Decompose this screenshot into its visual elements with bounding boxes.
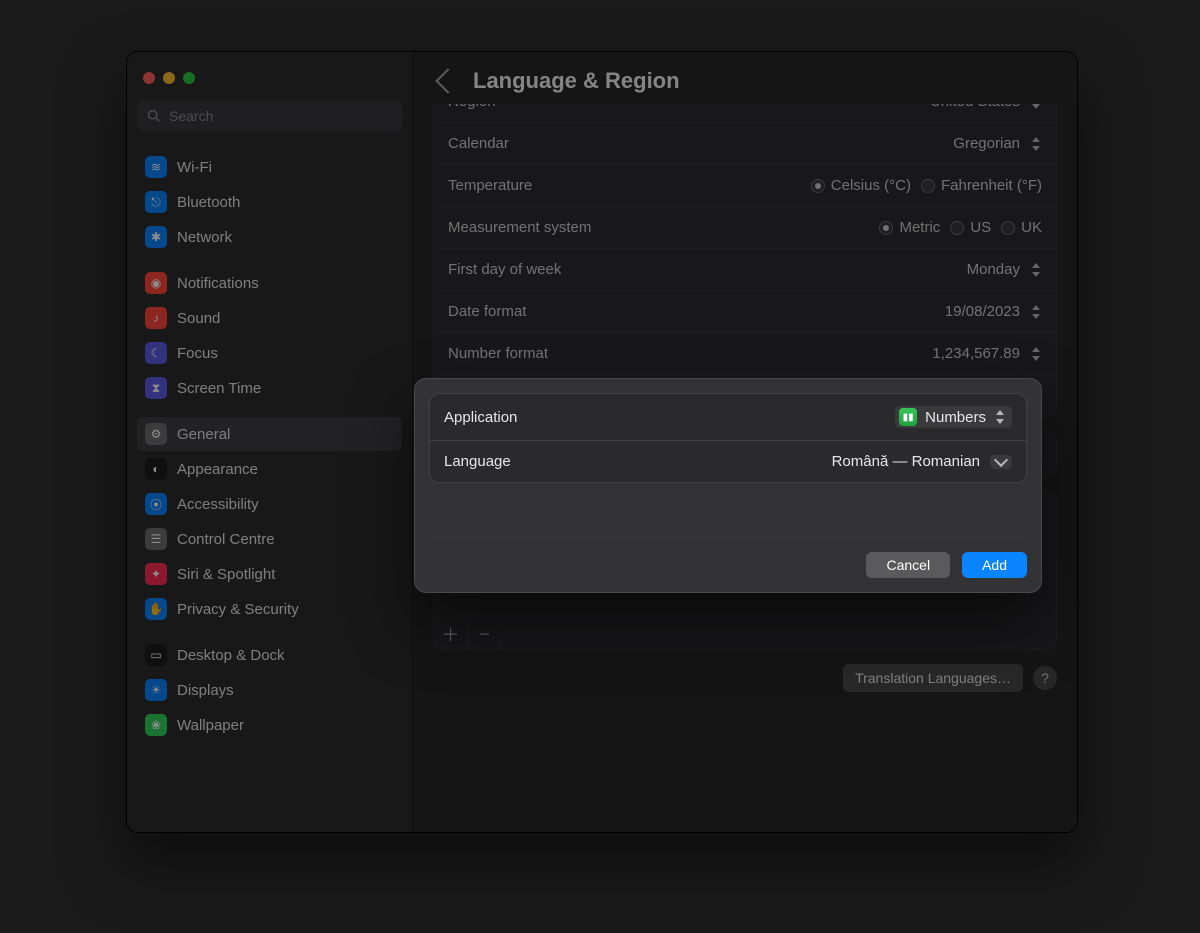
language-picker[interactable]: Română — Romanian [832,453,1012,470]
add-button[interactable]: Add [962,552,1027,578]
system-settings-window: Search ≋Wi-Fi⎋Bluetooth✱Network◉Notifica… [126,51,1078,833]
application-picker[interactable]: ▮▮ Numbers [895,406,1012,428]
modal-row-application: Application ▮▮ Numbers [430,394,1026,441]
chevron-down-icon [994,452,1008,466]
numbers-app-icon: ▮▮ [899,408,917,426]
updown-icon [994,410,1006,424]
modal-row-language: Language Română — Romanian [430,441,1026,482]
cancel-button[interactable]: Cancel [866,552,950,578]
add-application-modal: Application ▮▮ Numbers Language Română —… [414,378,1042,593]
